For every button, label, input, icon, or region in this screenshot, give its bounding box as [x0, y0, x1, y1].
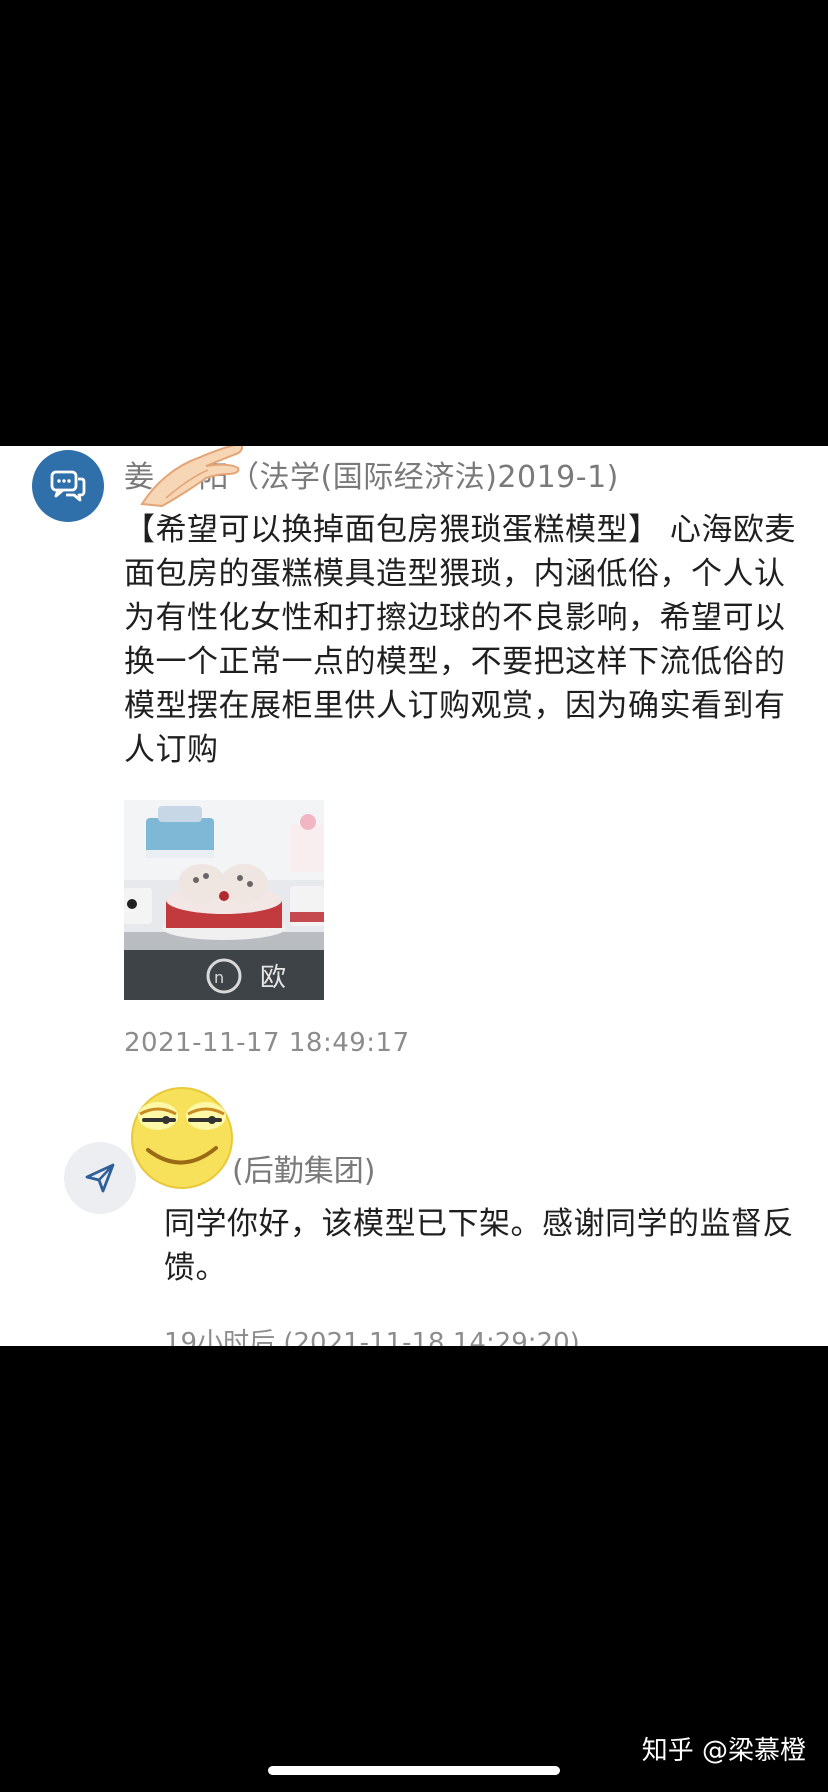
smirk-emoji-sticker-icon	[131, 1087, 233, 1189]
home-indicator[interactable]	[268, 1766, 560, 1775]
post-avatar[interactable]	[32, 450, 104, 522]
send-icon	[85, 1163, 115, 1193]
zhihu-watermark: 知乎 @梁慕橙	[641, 1736, 806, 1766]
post-timestamp: 2021-11-17 18:49:17	[124, 1028, 410, 1058]
cake-photo[interactable]: n 欧	[124, 800, 324, 1000]
hand-sticker-icon	[140, 446, 244, 508]
comment-panel: 姜阳（法学(国际经济法)2019-1) 【希望可以换掉面包房猥琐蛋糕模型】 心海…	[0, 446, 828, 1346]
cake-photo-graphic: n 欧	[124, 800, 324, 1000]
photo-logo-text: n	[214, 968, 224, 987]
photo-caption-text: 欧	[260, 963, 286, 993]
author-affiliation: 阳（法学(国际经济法)2019-1)	[198, 460, 619, 495]
chat-bubbles-icon	[50, 470, 86, 502]
reply-timestamp: 19小时后 (2021-11-18 14:29:20)	[164, 1328, 580, 1346]
reply-body: 同学你好，该模型已下架。感谢同学的监督反馈。	[164, 1206, 794, 1286]
reply-department: (后勤集团)	[232, 1154, 376, 1189]
post-body: 【希望可以换掉面包房猥琐蛋糕模型】 心海欧麦面包房的蛋糕模具造型猥琐，内涵低俗，…	[124, 512, 796, 768]
top-black-area	[0, 0, 828, 446]
bottom-black-area	[0, 1346, 828, 1792]
